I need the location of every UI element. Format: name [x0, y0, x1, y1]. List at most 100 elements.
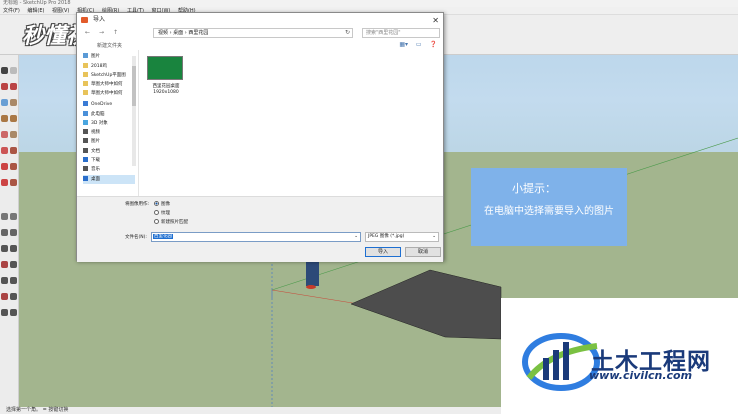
select-tool-icon[interactable] — [1, 67, 8, 74]
sidebar-item[interactable]: 草图大师中如何 — [83, 80, 135, 89]
view-options: ▦▾ ▭ ❓ — [399, 41, 437, 48]
eraser-tool-icon[interactable] — [10, 67, 17, 74]
scrollbar-thumb[interactable] — [132, 66, 136, 106]
sidebar-scrollbar[interactable] — [132, 56, 136, 166]
radio-photo-match[interactable]: 新建照片匹配 — [154, 219, 188, 225]
folder-icon — [83, 81, 88, 86]
sidebar-item[interactable]: SketchUp平面图 — [83, 71, 135, 80]
sidebar-item[interactable]: 2018鸡 — [83, 62, 135, 71]
tape-tool-icon[interactable] — [1, 213, 8, 220]
tip-body: 在电脑中选择需要导入的图片 — [484, 206, 614, 217]
search-input[interactable]: 搜索"西里花园" — [362, 28, 440, 38]
sidebar-item[interactable]: 文档 — [83, 147, 135, 156]
import-button[interactable]: 导入 — [365, 247, 401, 257]
sidebar-item[interactable]: 草图大师中如何 — [83, 89, 135, 98]
sidebar-item-label: OneDrive — [91, 102, 113, 107]
radio-label: 图像 — [161, 202, 170, 207]
cancel-button[interactable]: 取消 — [405, 247, 441, 257]
radio-unchecked-icon — [154, 210, 159, 215]
look-around-icon[interactable] — [10, 309, 17, 316]
rotate-tool-icon[interactable] — [1, 163, 8, 170]
tip-title: 小提示： — [512, 182, 556, 195]
radio-texture[interactable]: 纹理 — [154, 210, 170, 216]
import-dialog: 导入 ✕ ← → ↑ 视频 › 桌面 › 西里花园 ↻ 搜索"西里花园" 新建文… — [76, 12, 444, 262]
dimension-tool-icon[interactable] — [10, 213, 17, 220]
use-image-as-label: 将图像用作: — [125, 202, 150, 207]
view-mode-icon[interactable]: ▦▾ — [399, 41, 408, 48]
radio-unchecked-icon — [154, 219, 159, 224]
image-thumbnail — [147, 56, 183, 80]
axes-tool-icon[interactable] — [1, 245, 8, 252]
rectangle-face[interactable] — [350, 269, 502, 340]
followme-tool-icon[interactable] — [10, 163, 17, 170]
sidebar-item[interactable]: 3D 对象 — [83, 119, 135, 128]
sidebar-item-label: 2018鸡 — [91, 64, 107, 69]
navigation-pane: 图片 2018鸡 SketchUp平面图草图大师中如何 草图大师中如何 OneDrive… — [77, 50, 139, 196]
brand-watermark: 土木工程网 www.civilcn.com — [501, 298, 738, 414]
sidebar-item[interactable]: 图片 — [83, 137, 135, 146]
sidebar-item[interactable]: 桌面 — [83, 175, 135, 184]
preview-pane-icon[interactable]: ▭ — [416, 41, 422, 48]
sidebar-item-label: 下载 — [91, 158, 100, 163]
sidebar-item-label: 3D 对象 — [91, 121, 108, 126]
pie-tool-icon[interactable] — [10, 131, 17, 138]
3d-text-tool-icon[interactable] — [10, 245, 17, 252]
dialog-title-bar: 导入 ✕ — [77, 13, 443, 26]
chevron-down-icon[interactable]: ⌄ — [354, 233, 358, 241]
3d-objects-icon — [83, 120, 88, 125]
dialog-title: 导入 — [93, 16, 106, 23]
sidebar-item-label: 桌面 — [91, 177, 100, 182]
rectangle-tool-icon[interactable] — [1, 99, 8, 106]
zoom-window-icon[interactable] — [10, 277, 17, 284]
filetype-select[interactable]: JPEG 图像 (*.jpg) ⌄ — [365, 232, 439, 242]
scale-tool-icon[interactable] — [1, 179, 8, 186]
polygon-tool-icon[interactable] — [10, 115, 17, 122]
line-tool-icon[interactable] — [1, 83, 8, 90]
left-toolbar — [0, 55, 19, 407]
refresh-icon[interactable]: ↻ — [345, 29, 350, 36]
status-text: 选择第一个角。 = 按键切换 — [6, 407, 69, 413]
position-camera-icon[interactable] — [1, 309, 8, 316]
music-icon — [83, 166, 88, 171]
file-item[interactable]: 西里花园桌面 1920x1080 — [141, 50, 191, 100]
radio-image[interactable]: 图像 — [154, 201, 170, 207]
scale-figure — [306, 258, 319, 289]
protractor-tool-icon[interactable] — [1, 229, 8, 236]
sidebar-item[interactable]: 视频 — [83, 128, 135, 137]
filename-input[interactable]: 西里花园 ⌄ — [151, 232, 361, 242]
sidebar-item[interactable]: OneDrive — [83, 100, 135, 109]
pan-tool-icon[interactable] — [10, 261, 17, 268]
text-tool-icon[interactable] — [10, 229, 17, 236]
search-placeholder: 搜索"西里花园" — [366, 30, 401, 36]
sidebar-item-label: 图片 — [91, 139, 100, 144]
sidebar-item-label: 此电脑 — [91, 112, 105, 117]
help-icon[interactable]: ❓ — [430, 41, 437, 48]
rotated-rectangle-icon[interactable] — [10, 99, 17, 106]
sidebar-item[interactable]: 图片 — [83, 52, 135, 61]
previous-view-icon[interactable] — [10, 293, 17, 300]
sidebar-item[interactable]: 音乐 — [83, 165, 135, 174]
file-name: 西里花园桌面 1920x1080 — [152, 84, 180, 95]
move-tool-icon[interactable] — [1, 147, 8, 154]
sidebar-item[interactable]: 此电脑 — [83, 110, 135, 119]
sidebar-item[interactable]: 下载 — [83, 156, 135, 165]
pictures-icon — [83, 53, 88, 58]
circle-tool-icon[interactable] — [1, 115, 8, 122]
sidebar-item-label: 文档 — [91, 149, 100, 154]
folder-icon — [83, 63, 88, 68]
zoom-tool-icon[interactable] — [1, 277, 8, 284]
pictures-icon — [83, 138, 88, 143]
back-arrow-icon[interactable]: ← — [85, 29, 90, 36]
pushpull-tool-icon[interactable] — [10, 147, 17, 154]
filename-value: 西里花园 — [153, 234, 173, 239]
arc-tool-icon[interactable] — [1, 131, 8, 138]
address-bar[interactable]: 视频 › 桌面 › 西里花园 — [153, 28, 353, 38]
freehand-tool-icon[interactable] — [10, 83, 17, 90]
up-arrow-icon[interactable]: ↑ — [113, 29, 118, 36]
sidebar-item-label: SketchUp平面图 — [91, 73, 126, 78]
forward-arrow-icon[interactable]: → — [99, 29, 104, 36]
new-folder-button[interactable]: 新建文件夹 — [97, 42, 122, 49]
orbit-tool-icon[interactable] — [1, 261, 8, 268]
zoom-extents-icon[interactable] — [1, 293, 8, 300]
offset-tool-icon[interactable] — [10, 179, 17, 186]
